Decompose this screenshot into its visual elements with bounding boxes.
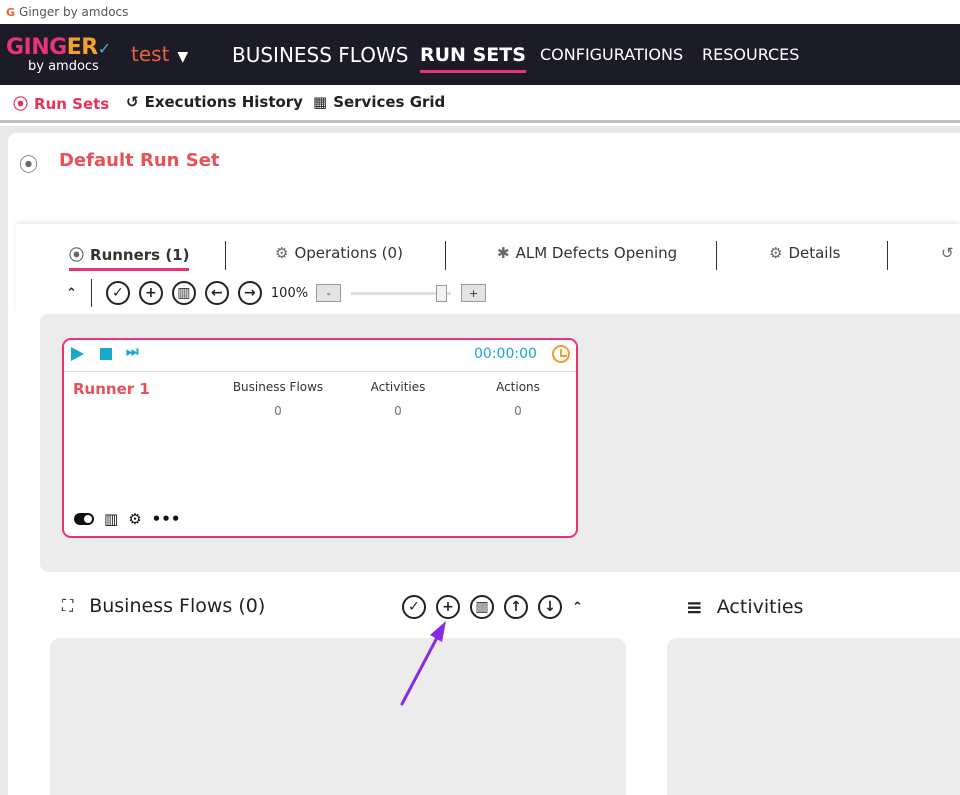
trash-icon[interactable]: ▥	[104, 510, 118, 528]
stat-value: 0	[514, 404, 522, 418]
arrow-right-icon[interactable]: →	[237, 281, 262, 305]
tab-runners-label: Runners (1)	[90, 245, 190, 264]
subnav-executions-history-label: Executions History	[144, 93, 303, 111]
tab-alm-defects[interactable]: ✱ ALM Defects Opening	[497, 244, 677, 262]
list-icon: ≡	[686, 595, 703, 619]
ginger-app-icon: G	[6, 5, 16, 19]
subnav-services-grid-label: Services Grid	[333, 93, 446, 111]
play-circle-icon: ⦿	[19, 154, 39, 176]
logo-check-icon: ✓	[97, 39, 111, 58]
tab-runners[interactable]: ⦿ Runners (1)	[69, 244, 190, 271]
chevron-down-icon: ▼	[177, 49, 189, 65]
tab-separator	[887, 241, 888, 270]
zoom-in-button[interactable]: +	[461, 284, 487, 302]
history-icon: ↺	[126, 93, 139, 111]
arrow-down-icon[interactable]: ↓	[538, 595, 562, 619]
nav-configurations[interactable]: CONFIGURATIONS	[540, 24, 683, 85]
tab-separator	[716, 241, 717, 270]
logo-subtext: by amdocs	[28, 59, 99, 74]
runner-elapsed-time: 00:00:00	[474, 346, 537, 362]
collapse-icon[interactable]: ⌃	[66, 286, 77, 301]
runner-name[interactable]: Runner 1	[73, 380, 150, 398]
stop-icon[interactable]	[100, 348, 112, 360]
sub-navbar: ⦿ Run Sets ↺ Executions History ▦ Servic…	[0, 85, 960, 123]
zoom-slider[interactable]	[351, 284, 452, 302]
runner-toolbar: ⏭ 00:00:00	[64, 340, 576, 372]
check-icon[interactable]: ✓	[105, 281, 130, 305]
add-runner-icon[interactable]: +	[138, 281, 163, 305]
nav-run-sets[interactable]: RUN SETS	[420, 24, 526, 85]
clock-icon	[552, 345, 570, 363]
business-flows-header: ⛶ Business Flows (0)	[62, 595, 265, 617]
bug-icon: ✱	[497, 244, 510, 262]
check-icon[interactable]: ✓	[402, 595, 426, 619]
delete-icon[interactable]: ▥	[470, 595, 494, 619]
gear-icon[interactable]: ⚙	[128, 510, 141, 528]
run-next-icon[interactable]: ⏭	[126, 344, 139, 360]
subnav-services-grid[interactable]: ▦ Services Grid	[313, 93, 445, 111]
tab-alm-label: ALM Defects Opening	[515, 244, 678, 262]
sitemap-icon: ⛶	[62, 596, 74, 615]
nav-active-underline	[420, 70, 526, 73]
logo-text-b: ER	[66, 35, 98, 60]
ginger-logo[interactable]: GINGER✓ by amdocs	[6, 37, 111, 74]
runner-stat-activities: Activities 0	[348, 380, 448, 418]
arrow-up-icon[interactable]: ↑	[504, 595, 528, 619]
solution-selector[interactable]: test ▼	[131, 42, 188, 66]
runner-stat-actions: Actions 0	[468, 380, 568, 418]
logo-text-a: GING	[6, 35, 67, 60]
stat-label: Business Flows	[232, 380, 324, 394]
nav-resources[interactable]: RESOURCES	[702, 24, 799, 85]
runner-actions: ▥ ⚙ •••	[74, 510, 190, 528]
history-icon: ↺	[941, 244, 954, 262]
add-business-flow-icon[interactable]: +	[436, 595, 460, 619]
window-title: Ginger by amdocs	[19, 5, 129, 19]
top-navbar: GINGER✓ by amdocs test ▼ BUSINESS FLOWS R…	[0, 24, 960, 85]
tab-operations-label: Operations (0)	[294, 244, 403, 262]
subnav-run-sets[interactable]: ⦿ Run Sets	[13, 93, 109, 114]
business-flows-grid	[50, 638, 626, 795]
tab-history[interactable]: ↺	[941, 244, 960, 262]
runset-title: Default Run Set	[59, 150, 220, 171]
play-circle-icon: ⦿	[69, 246, 85, 264]
tab-separator	[225, 241, 226, 270]
activities-title: Activities	[716, 596, 804, 618]
nav-run-sets-label: RUN SETS	[420, 43, 526, 66]
play-circle-icon: ⦿	[13, 95, 29, 113]
solution-name: test	[131, 42, 170, 66]
runner-stat-business-flows: Business Flows 0	[228, 380, 328, 418]
stat-label: Activities	[370, 380, 426, 394]
zoom-slider-thumb[interactable]	[436, 285, 448, 302]
tab-separator	[445, 241, 446, 270]
window-titlebar: G Ginger by amdocs	[0, 0, 960, 24]
activities-header: ≡ Activities	[686, 595, 803, 619]
stat-label: Actions	[496, 380, 540, 394]
toggle-icon[interactable]	[74, 513, 94, 525]
grid-icon: ▦	[313, 93, 328, 111]
stat-value: 0	[394, 404, 402, 418]
business-flows-toolbar: ✓ + ▥ ↑ ↓ ⌃	[402, 595, 597, 619]
gear-icon: ⚙	[769, 244, 783, 262]
more-icon[interactable]: •••	[152, 510, 181, 528]
zoom-out-button[interactable]: -	[316, 284, 342, 302]
gears-icon: ⚙	[275, 244, 289, 262]
zoom-percentage: 100%	[270, 285, 309, 301]
business-flows-title: Business Flows (0)	[89, 595, 266, 617]
subnav-run-sets-label: Run Sets	[34, 94, 110, 113]
activities-grid	[667, 638, 960, 795]
play-icon[interactable]	[71, 347, 84, 361]
toolbar-separator	[90, 279, 92, 307]
collapse-icon[interactable]: ⌃	[572, 600, 583, 615]
tab-operations[interactable]: ⚙ Operations (0)	[275, 244, 403, 262]
runners-toolbar: ⌃ ✓ + ▥ ← → 100% - +	[66, 279, 487, 307]
delete-icon[interactable]: ▥	[171, 281, 196, 305]
nav-business-flows[interactable]: BUSINESS FLOWS	[232, 24, 408, 85]
tab-details[interactable]: ⚙ Details	[769, 244, 840, 262]
stat-value: 0	[274, 404, 282, 418]
subnav-executions-history[interactable]: ↺ Executions History	[126, 93, 303, 111]
tab-details-label: Details	[788, 244, 841, 262]
runner-card[interactable]: ⏭ 00:00:00 Runner 1 Business Flows 0 Act…	[62, 338, 578, 538]
arrow-left-icon[interactable]: ←	[204, 281, 229, 305]
tab-active-underline	[69, 268, 190, 271]
